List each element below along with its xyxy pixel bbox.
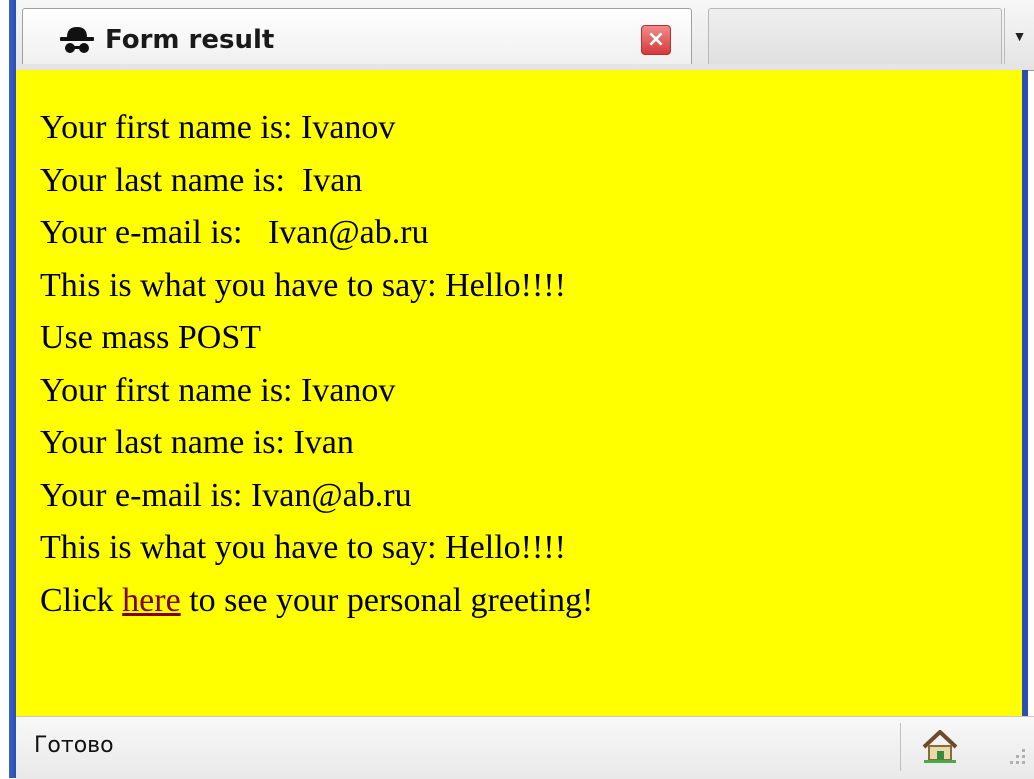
browser-window: Form result × ▼ Your first name is: Ivan… <box>0 0 1034 779</box>
resize-grip-icon[interactable] <box>1004 745 1028 769</box>
home-icon[interactable] <box>920 727 960 765</box>
greeting-line: Click here to see your personal greeting… <box>40 575 593 628</box>
result-line: Your first name is: Ivanov <box>40 109 396 146</box>
result-line: Your first name is: Ivanov <box>40 371 396 409</box>
tab-empty-area[interactable] <box>708 8 1002 64</box>
result-line: This is what you have to say: Hello!!!! <box>40 529 566 566</box>
result-line: Your e-mail is: Ivan@ab.ru <box>40 476 412 514</box>
result-line: Your e-mail is: Ivan@ab.ru <box>40 214 429 251</box>
close-icon[interactable]: × <box>641 25 671 55</box>
tab-bar: Form result × ▼ <box>16 0 1034 71</box>
greeting-suffix: to see your personal greeting! <box>180 581 594 619</box>
result-line: This is what you have to say: Hello!!!! <box>40 266 566 304</box>
tab-form-result[interactable]: Form result × <box>22 8 692 64</box>
status-bar: Готово <box>16 716 1034 779</box>
result-line: Use mass POST <box>40 319 262 356</box>
result-line: Your last name is: Ivan <box>40 424 354 461</box>
status-text: Готово <box>34 733 114 758</box>
result-line: Your last name is: Ivan <box>40 161 363 199</box>
tab-title: Form result <box>105 25 275 55</box>
status-divider <box>900 723 901 771</box>
chevron-down-icon[interactable]: ▼ <box>1004 8 1034 64</box>
page-content: Your first name is: Ivanov Your last nam… <box>16 70 1028 716</box>
spy-hat-icon <box>60 27 94 53</box>
greeting-link[interactable]: here <box>122 582 181 619</box>
greeting-prefix: Click <box>40 581 123 619</box>
window-left-border <box>9 0 16 778</box>
form-result-text: Your first name is: Ivanov Your last nam… <box>40 102 593 627</box>
